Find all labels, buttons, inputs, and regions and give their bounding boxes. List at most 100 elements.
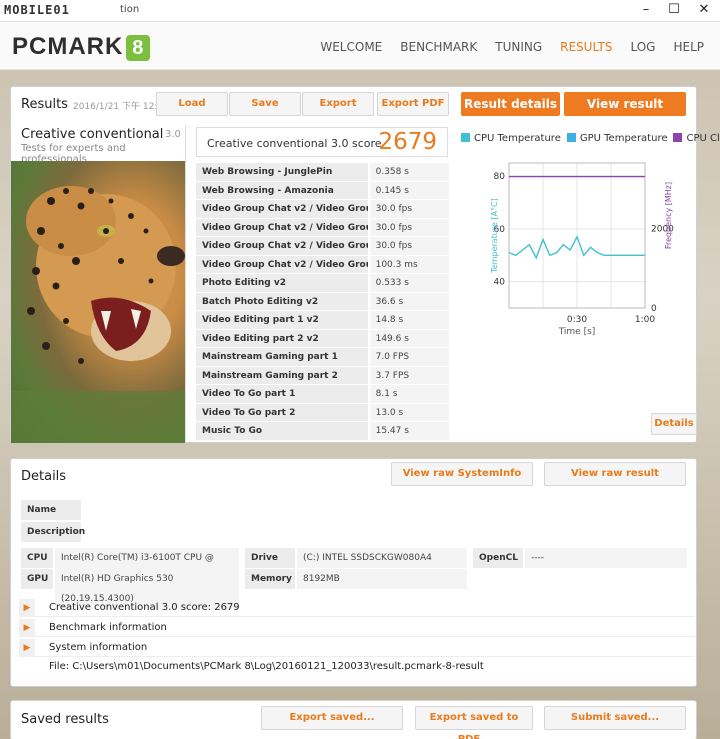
nav-welcome[interactable]: WELCOME <box>320 40 382 54</box>
score-box: Creative conventional 3.0 score 2679 <box>196 127 448 157</box>
subtest-value: 149.6 s <box>369 329 449 347</box>
cpu-label: CPU <box>21 548 53 568</box>
details-panel: Details View raw SystemInfo View raw res… <box>10 458 697 687</box>
results-panel: Results 2016/1/21 下午 12:53 Load Save Exp… <box>10 86 720 443</box>
table-row: Web Browsing - JunglePin 0.358 s <box>196 163 449 182</box>
load-button[interactable]: Load <box>156 92 228 116</box>
y-left-tick-label: 80 <box>494 172 506 182</box>
subtest-value: 0.358 s <box>369 163 449 181</box>
subtest-name: Video Group Chat v2 / Video Group Cha <box>196 200 368 218</box>
expand-arrow-icon: ▶ <box>19 639 35 657</box>
y-left-axis-label: Temperature [A°C] <box>490 198 499 274</box>
x-tick-label: 1:00 <box>635 315 655 325</box>
export-saved-button[interactable]: Export saved... <box>261 706 403 730</box>
save-button[interactable]: Save <box>229 92 301 116</box>
subtest-name: Video Group Chat v2 / Video Group Cha <box>196 237 368 255</box>
x-tick-label: 0:30 <box>567 315 587 325</box>
test-name: Creative conventional <box>21 127 164 142</box>
nav-results[interactable]: RESULTS <box>560 40 612 54</box>
table-row: Music To Go 15.47 s <box>196 422 449 441</box>
logo-text: PCMARK <box>12 33 124 60</box>
pcmark-logo: PCMARK 8 <box>12 33 151 61</box>
y-right-axis-label: Frequency [MHz] <box>664 182 673 249</box>
chart-details-button[interactable]: Details <box>651 413 697 435</box>
subtest-name: Music To Go <box>196 422 368 440</box>
subtest-value: 30.0 fps <box>369 218 449 236</box>
table-row: Web Browsing - Amazonia 0.145 s <box>196 181 449 200</box>
nav-tuning[interactable]: TUNING <box>495 40 542 54</box>
results-title: Results <box>21 97 68 112</box>
nav-log[interactable]: LOG <box>630 40 655 54</box>
description-label: Description <box>21 522 85 542</box>
subtest-name: Video Editing part 1 v2 <box>196 311 368 329</box>
table-row: Batch Photo Editing v2 36.6 s <box>196 292 449 311</box>
drive-label: Drive <box>245 548 295 568</box>
details-title: Details <box>21 469 67 484</box>
table-row: Photo Editing v2 0.533 s <box>196 274 449 293</box>
subtest-value: 100.3 ms <box>369 255 449 273</box>
logo-number: 8 <box>126 34 151 61</box>
legend-label: CPU Cl <box>686 133 720 144</box>
subtest-table: Web Browsing - JunglePin 0.358 s Web Brow… <box>196 163 449 441</box>
close-icon[interactable]: ✕ <box>692 2 716 20</box>
name-label: Name <box>21 500 81 520</box>
subtest-name: Photo Editing v2 <box>196 274 368 292</box>
drive-value: (C:) INTEL SSDSCKGW080A4 <box>297 548 467 568</box>
export-saved-pdf-button[interactable]: Export saved to PDF... <box>415 706 533 739</box>
opencl-value: ---- <box>525 548 687 568</box>
title-bar: MOBILE01 tion – ☐ ✕ <box>0 0 720 22</box>
subtest-value: 8.1 s <box>369 385 449 403</box>
view-online-button[interactable]: View result online › <box>564 92 686 135</box>
table-row: Video To Go part 2 13.0 s <box>196 403 449 422</box>
subtest-value: 13.0 s <box>369 403 449 421</box>
subtest-value: 36.6 s <box>369 292 449 310</box>
export-button[interactable]: Export <box>302 92 374 116</box>
system-info-toggle[interactable]: ▶ System information <box>19 639 695 657</box>
subtest-name: Batch Photo Editing v2 <box>196 292 368 310</box>
submit-saved-button[interactable]: Submit saved... <box>544 706 686 730</box>
subtest-value: 30.0 fps <box>369 237 449 255</box>
table-row: Video Group Chat v2 / Video Group Cha30.… <box>196 218 449 237</box>
memory-label: Memory <box>245 569 295 589</box>
chart-svg: 806040200000:30 1:00Time [s]Temperature [… <box>490 162 674 337</box>
view-raw-result-button[interactable]: View raw result <box>544 462 686 486</box>
table-row: Video Editing part 2 v2 149.6 s <box>196 329 449 348</box>
subtest-value: 15.47 s <box>369 422 449 440</box>
table-row: Video Group Chat v2 / Video Group Cha100… <box>196 255 449 274</box>
nav-help[interactable]: HELP <box>673 40 704 54</box>
legend-label: GPU Temperature <box>579 133 668 144</box>
nav-benchmark[interactable]: BENCHMARK <box>400 40 477 54</box>
legend-cpu-clock: CPU Cl <box>673 133 720 144</box>
chart-legend: CPU Temperature GPU Temperature CPU Cl <box>461 133 720 144</box>
table-row: Video Group Chat v2 / Video Group Cha30.… <box>196 237 449 256</box>
minimize-icon[interactable]: – <box>634 2 658 20</box>
result-date: 2016/1/21 下午 12:53 <box>73 102 169 112</box>
table-row: Video Editing part 1 v2 14.8 s <box>196 311 449 330</box>
memory-value: 8192MB <box>297 569 467 589</box>
result-details-button[interactable]: Result details › <box>461 92 560 135</box>
result-details-label: Result details <box>463 97 558 111</box>
table-row: Video To Go part 1 8.1 s <box>196 385 449 404</box>
score-section-toggle[interactable]: ▶ Creative conventional 3.0 score: 2679 <box>19 599 695 617</box>
subtest-value: 7.0 FPS <box>369 348 449 366</box>
subtest-value: 3.7 FPS <box>369 366 449 384</box>
gpu-label: GPU <box>21 569 53 589</box>
view-raw-systeminfo-button[interactable]: View raw SystemInfo <box>391 462 533 486</box>
expand-arrow-icon: ▶ <box>19 619 35 637</box>
expand-arrow-icon: ▶ <box>19 599 35 617</box>
benchmark-info-toggle[interactable]: ▶ Benchmark information <box>19 619 695 637</box>
window-title: tion <box>120 4 140 15</box>
maximize-icon[interactable]: ☐ <box>662 2 686 20</box>
subtest-value: 0.533 s <box>369 274 449 292</box>
section-label: Benchmark information <box>49 622 167 633</box>
app-header: PCMARK 8 WELCOME BENCHMARK TUNING RESULTS… <box>0 22 720 70</box>
x-axis-label: Time [s] <box>558 327 596 337</box>
section-label: Creative conventional 3.0 score: 2679 <box>49 602 240 613</box>
test-info: Creative conventional 3.0 Tests for expe… <box>11 125 186 443</box>
y-right-tick-label: 0 <box>651 304 657 314</box>
export-pdf-button[interactable]: Export PDF <box>377 92 449 116</box>
subtest-name: Mainstream Gaming part 2 <box>196 366 368 384</box>
legend-gpu-temp: GPU Temperature <box>566 133 668 144</box>
subtest-name: Mainstream Gaming part 1 <box>196 348 368 366</box>
subtest-name: Video Editing part 2 v2 <box>196 329 368 347</box>
